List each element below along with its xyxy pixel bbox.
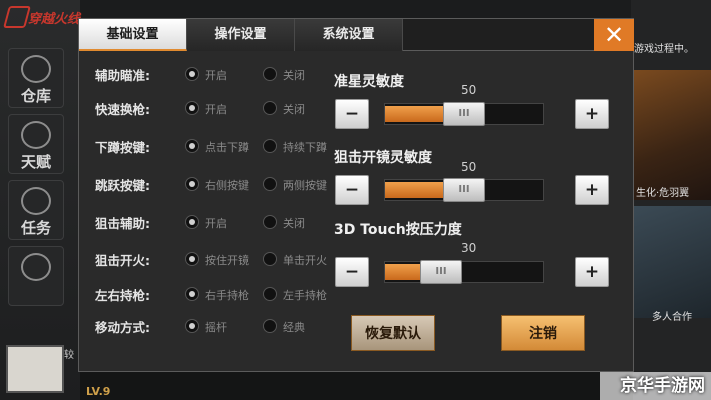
- setting-row-move-mode: 移动方式: 摇杆 经典: [95, 317, 335, 337]
- option-2-label: 持续下蹲: [283, 141, 327, 154]
- game-logo-text: 穿越火线: [28, 12, 81, 27]
- compass-icon: [21, 253, 51, 281]
- increase-crosshair-button[interactable]: +: [575, 99, 609, 129]
- option-1-label: 按住开镜: [205, 254, 249, 267]
- settings-tab-bar: 基础设置 操作设置 系统设置 ✕: [79, 19, 634, 51]
- option-1-label: 开启: [205, 103, 227, 116]
- settings-dialog: 基础设置 操作设置 系统设置 ✕ 辅助瞄准: 开启 关闭 快速换枪: 开启 关闭…: [78, 18, 634, 372]
- setting-label: 狙击辅助:: [95, 216, 150, 231]
- decrease-3d-touch-button[interactable]: −: [335, 257, 369, 287]
- site-watermark: 京华手游网: [620, 376, 705, 396]
- slider-value-sniper-scope: 50: [461, 160, 477, 174]
- setting-row-sniper-assist: 狙击辅助: 开启 关闭: [95, 213, 335, 233]
- setting-label: 狙击开火:: [95, 253, 150, 268]
- slider-title-crosshair: 准星灵敏度: [334, 74, 404, 90]
- tab-system-settings[interactable]: 系统设置: [295, 19, 403, 51]
- radio-option-2[interactable]: [263, 139, 277, 153]
- close-icon[interactable]: ✕: [594, 19, 634, 51]
- setting-row-quick-switch: 快速换枪: 开启 关闭: [95, 99, 335, 119]
- setting-label: 辅助瞄准:: [95, 68, 150, 83]
- radio-option-2[interactable]: [263, 319, 277, 333]
- slider-track-crosshair[interactable]: III: [384, 102, 544, 126]
- setting-label: 下蹲按键:: [95, 140, 150, 155]
- reset-default-button[interactable]: 恢复默认: [351, 315, 435, 351]
- slider-track-sniper-scope[interactable]: III: [384, 178, 544, 202]
- increase-sniper-scope-button[interactable]: +: [575, 175, 609, 205]
- side-button-warehouse[interactable]: 仓库: [8, 48, 64, 108]
- option-2-label: 关闭: [283, 69, 305, 82]
- radio-option-2[interactable]: [263, 67, 277, 81]
- option-1-label: 开启: [205, 217, 227, 230]
- decrease-crosshair-button[interactable]: −: [335, 99, 369, 129]
- setting-row-hand: 左右持枪: 右手持枪 左手持枪: [95, 285, 335, 305]
- option-1-label: 右侧按键: [205, 179, 249, 192]
- side-button-label: 天赋: [20, 153, 51, 171]
- side-button-label: 任务: [20, 219, 51, 237]
- radio-option-1[interactable]: [185, 139, 199, 153]
- slider-value-crosshair: 50: [461, 83, 477, 97]
- radio-option-1[interactable]: [185, 215, 199, 229]
- setting-label: 移动方式:: [95, 320, 150, 335]
- radio-option-1[interactable]: [185, 319, 199, 333]
- radio-option-2[interactable]: [263, 215, 277, 229]
- slider-handle[interactable]: III: [443, 102, 485, 126]
- radio-option-1[interactable]: [185, 252, 199, 266]
- option-1-label: 右手持枪: [205, 289, 249, 302]
- warehouse-icon: [21, 55, 51, 83]
- option-2-label: 关闭: [283, 103, 305, 116]
- option-1-label: 点击下蹲: [205, 141, 249, 154]
- option-2-label: 单击开火: [283, 254, 327, 267]
- radio-option-1[interactable]: [185, 67, 199, 81]
- tab-basic-settings[interactable]: 基础设置: [79, 19, 187, 51]
- setting-label: 左右持枪:: [95, 288, 150, 303]
- slider-handle[interactable]: III: [420, 260, 462, 284]
- option-1-label: 摇杆: [205, 321, 227, 334]
- setting-label: 跳跃按键:: [95, 178, 150, 193]
- right-notice: 游戏过程中。: [634, 44, 694, 55]
- setting-label: 快速换枪:: [95, 102, 150, 117]
- radio-option-1[interactable]: [185, 287, 199, 301]
- slider-title-3d-touch: 3D Touch按压力度: [334, 222, 462, 238]
- radio-option-1[interactable]: [185, 101, 199, 115]
- side-button-talent[interactable]: 天赋: [8, 114, 64, 174]
- slider-title-sniper-scope: 狙击开镜灵敏度: [334, 150, 432, 166]
- slider-value-3d-touch: 30: [461, 241, 477, 255]
- tab-operation-settings[interactable]: 操作设置: [187, 19, 295, 51]
- talent-icon: [21, 121, 51, 149]
- increase-3d-touch-button[interactable]: +: [575, 257, 609, 287]
- background-right-panel: [631, 0, 711, 400]
- side-button-other[interactable]: [8, 246, 64, 306]
- side-button-label: 仓库: [20, 87, 51, 105]
- side-button-task[interactable]: 任务: [8, 180, 64, 240]
- option-1-label: 开启: [205, 69, 227, 82]
- option-2-label: 左手持枪: [283, 289, 327, 302]
- event-banner-image[interactable]: [633, 70, 711, 200]
- radio-option-2[interactable]: [263, 101, 277, 115]
- ladder-label: 较: [64, 350, 74, 361]
- setting-row-sniper-fire: 狙击开火: 按住开镜 单击开火: [95, 250, 335, 270]
- mode-banner-image[interactable]: [633, 206, 711, 318]
- setting-row-crouch-key: 下蹲按键: 点击下蹲 持续下蹲: [95, 137, 335, 157]
- setting-row-jump-key: 跳跃按键: 右侧按键 两侧按键: [95, 175, 335, 195]
- mode-banner-caption: 多人合作: [652, 312, 692, 323]
- task-icon: [21, 187, 51, 215]
- option-2-label: 两侧按键: [283, 179, 327, 192]
- map-thumbnail[interactable]: [6, 345, 64, 393]
- slider-track-3d-touch[interactable]: III: [384, 260, 544, 284]
- radio-option-1[interactable]: [185, 177, 199, 191]
- radio-option-2[interactable]: [263, 177, 277, 191]
- logout-button[interactable]: 注销: [501, 315, 585, 351]
- event-banner-caption: 生化·危羽翼: [636, 188, 690, 199]
- radio-option-2[interactable]: [263, 287, 277, 301]
- background-bottom-bar: [80, 372, 633, 400]
- option-2-label: 关闭: [283, 217, 305, 230]
- player-level: LV.9: [86, 385, 111, 398]
- option-2-label: 经典: [283, 321, 305, 334]
- radio-option-2[interactable]: [263, 252, 277, 266]
- setting-row-aim-assist: 辅助瞄准: 开启 关闭: [95, 65, 335, 85]
- slider-handle[interactable]: III: [443, 178, 485, 202]
- decrease-sniper-scope-button[interactable]: −: [335, 175, 369, 205]
